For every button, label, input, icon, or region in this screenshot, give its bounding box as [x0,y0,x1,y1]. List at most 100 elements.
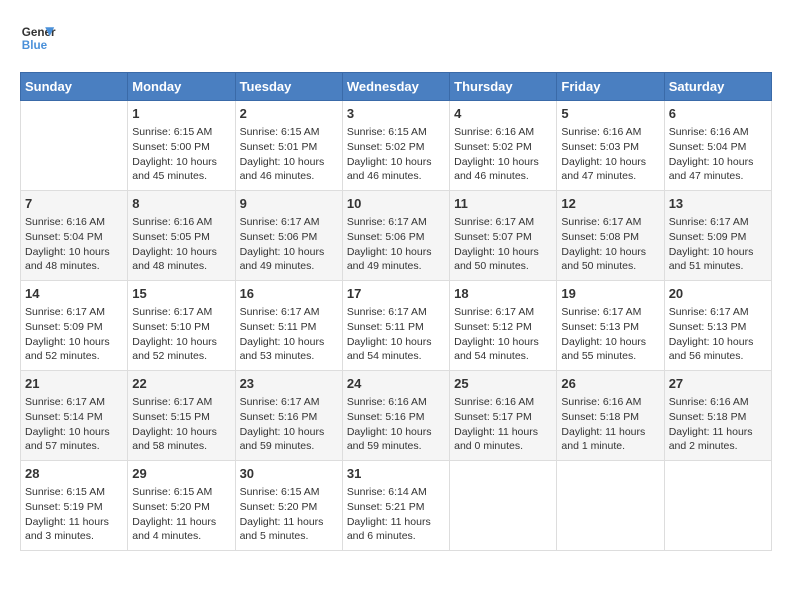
header-cell-tuesday: Tuesday [235,73,342,101]
day-info-text: and 57 minutes. [25,439,123,454]
day-cell: 30Sunrise: 6:15 AMSunset: 5:20 PMDayligh… [235,461,342,551]
calendar-table: SundayMondayTuesdayWednesdayThursdayFrid… [20,72,772,551]
day-info-text: Sunrise: 6:16 AM [454,395,552,410]
day-cell: 8Sunrise: 6:16 AMSunset: 5:05 PMDaylight… [128,191,235,281]
day-number: 28 [25,465,123,483]
day-info-text: Daylight: 11 hours [347,515,445,530]
day-cell: 5Sunrise: 6:16 AMSunset: 5:03 PMDaylight… [557,101,664,191]
day-info-text: and 47 minutes. [561,169,659,184]
day-info-text: Sunset: 5:09 PM [669,230,767,245]
day-number: 20 [669,285,767,303]
day-cell: 13Sunrise: 6:17 AMSunset: 5:09 PMDayligh… [664,191,771,281]
day-info-text: Daylight: 10 hours [240,155,338,170]
header-cell-friday: Friday [557,73,664,101]
day-info-text: and 47 minutes. [669,169,767,184]
day-info-text: Sunset: 5:17 PM [454,410,552,425]
day-info-text: Sunset: 5:20 PM [240,500,338,515]
day-info-text: Sunset: 5:06 PM [347,230,445,245]
day-info-text: Sunset: 5:14 PM [25,410,123,425]
page-header: General Blue [20,20,772,56]
day-number: 11 [454,195,552,213]
day-info-text: Sunrise: 6:17 AM [132,395,230,410]
day-info-text: Daylight: 11 hours [25,515,123,530]
header-cell-monday: Monday [128,73,235,101]
day-number: 31 [347,465,445,483]
day-info-text: Sunset: 5:10 PM [132,320,230,335]
day-cell: 3Sunrise: 6:15 AMSunset: 5:02 PMDaylight… [342,101,449,191]
day-info-text: Sunset: 5:20 PM [132,500,230,515]
day-info-text: and 48 minutes. [25,259,123,274]
day-info-text: Daylight: 10 hours [25,245,123,260]
day-cell: 22Sunrise: 6:17 AMSunset: 5:15 PMDayligh… [128,371,235,461]
day-cell: 2Sunrise: 6:15 AMSunset: 5:01 PMDaylight… [235,101,342,191]
day-info-text: Daylight: 10 hours [240,335,338,350]
day-info-text: Sunset: 5:18 PM [561,410,659,425]
day-info-text: Sunset: 5:12 PM [454,320,552,335]
day-info-text: Daylight: 10 hours [669,155,767,170]
logo-icon: General Blue [20,20,56,56]
day-cell: 1Sunrise: 6:15 AMSunset: 5:00 PMDaylight… [128,101,235,191]
day-cell: 18Sunrise: 6:17 AMSunset: 5:12 PMDayligh… [450,281,557,371]
week-row-2: 7Sunrise: 6:16 AMSunset: 5:04 PMDaylight… [21,191,772,281]
day-info-text: Daylight: 11 hours [240,515,338,530]
day-info-text: Sunset: 5:09 PM [25,320,123,335]
day-info-text: Daylight: 10 hours [561,155,659,170]
day-info-text: Sunset: 5:16 PM [347,410,445,425]
day-info-text: and 2 minutes. [669,439,767,454]
day-info-text: and 45 minutes. [132,169,230,184]
header-cell-wednesday: Wednesday [342,73,449,101]
day-info-text: Sunrise: 6:17 AM [454,215,552,230]
day-number: 2 [240,105,338,123]
day-number: 22 [132,375,230,393]
day-cell: 17Sunrise: 6:17 AMSunset: 5:11 PMDayligh… [342,281,449,371]
day-number: 14 [25,285,123,303]
day-info-text: and 59 minutes. [347,439,445,454]
calendar-body: 1Sunrise: 6:15 AMSunset: 5:00 PMDaylight… [21,101,772,551]
day-cell: 6Sunrise: 6:16 AMSunset: 5:04 PMDaylight… [664,101,771,191]
day-info-text: Sunrise: 6:16 AM [132,215,230,230]
day-info-text: and 56 minutes. [669,349,767,364]
day-info-text: Sunrise: 6:17 AM [347,305,445,320]
day-number: 8 [132,195,230,213]
day-info-text: and 46 minutes. [454,169,552,184]
day-info-text: Daylight: 10 hours [240,425,338,440]
day-number: 13 [669,195,767,213]
header-cell-sunday: Sunday [21,73,128,101]
day-info-text: and 55 minutes. [561,349,659,364]
day-cell: 29Sunrise: 6:15 AMSunset: 5:20 PMDayligh… [128,461,235,551]
day-info-text: Daylight: 10 hours [132,335,230,350]
day-info-text: and 59 minutes. [240,439,338,454]
day-info-text: Sunrise: 6:15 AM [132,485,230,500]
day-info-text: Sunrise: 6:17 AM [669,215,767,230]
day-cell: 12Sunrise: 6:17 AMSunset: 5:08 PMDayligh… [557,191,664,281]
day-info-text: Sunrise: 6:17 AM [25,395,123,410]
day-cell: 10Sunrise: 6:17 AMSunset: 5:06 PMDayligh… [342,191,449,281]
day-number: 29 [132,465,230,483]
day-number: 30 [240,465,338,483]
day-info-text: and 53 minutes. [240,349,338,364]
day-info-text: Sunrise: 6:17 AM [240,215,338,230]
day-cell: 20Sunrise: 6:17 AMSunset: 5:13 PMDayligh… [664,281,771,371]
day-info-text: Sunrise: 6:16 AM [561,395,659,410]
day-info-text: and 48 minutes. [132,259,230,274]
day-info-text: and 54 minutes. [347,349,445,364]
day-cell: 26Sunrise: 6:16 AMSunset: 5:18 PMDayligh… [557,371,664,461]
day-info-text: Daylight: 10 hours [240,245,338,260]
day-info-text: Daylight: 10 hours [132,245,230,260]
day-info-text: Sunrise: 6:16 AM [669,395,767,410]
day-info-text: Sunrise: 6:16 AM [25,215,123,230]
header-cell-saturday: Saturday [664,73,771,101]
day-info-text: Sunset: 5:03 PM [561,140,659,155]
day-info-text: and 49 minutes. [240,259,338,274]
day-info-text: Sunrise: 6:16 AM [454,125,552,140]
day-info-text: Sunset: 5:11 PM [347,320,445,335]
day-number: 26 [561,375,659,393]
week-row-5: 28Sunrise: 6:15 AMSunset: 5:19 PMDayligh… [21,461,772,551]
day-info-text: Sunset: 5:16 PM [240,410,338,425]
day-info-text: Sunset: 5:02 PM [454,140,552,155]
calendar-header: SundayMondayTuesdayWednesdayThursdayFrid… [21,73,772,101]
day-number: 21 [25,375,123,393]
day-info-text: and 58 minutes. [132,439,230,454]
day-info-text: Sunrise: 6:17 AM [347,215,445,230]
day-number: 1 [132,105,230,123]
